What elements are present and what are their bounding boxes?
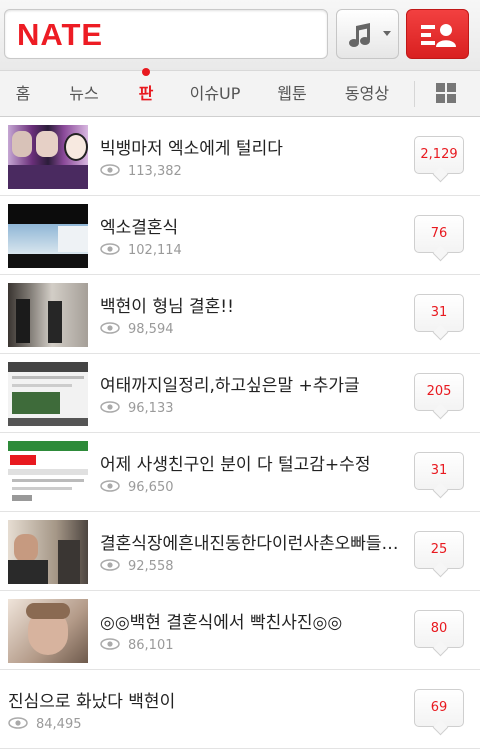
active-tab-indicator (142, 68, 150, 76)
tab-pann[interactable]: 판 (126, 71, 166, 116)
list-item[interactable]: 백현이 형님 결혼!! 98,594 31 (0, 275, 480, 354)
post-thumbnail (8, 441, 88, 505)
view-count: 84,495 (36, 717, 82, 732)
post-thumbnail (8, 362, 88, 426)
app-header: NATE (0, 0, 480, 71)
comment-count-badge[interactable]: 76 (414, 215, 464, 253)
post-title[interactable]: 엑소결혼식 (100, 213, 400, 238)
search-input[interactable]: NATE (4, 9, 328, 59)
user-list-icon (421, 24, 456, 47)
category-nav: 홈 뉴스 판 이슈UP 웹툰 동영상 (0, 68, 480, 117)
comment-count-badge[interactable]: 205 (414, 373, 464, 411)
view-count: 92,558 (128, 559, 174, 574)
tab-video[interactable]: 동영상 (336, 71, 398, 116)
post-thumbnail (8, 204, 88, 268)
music-note-icon (349, 23, 370, 47)
post-thumbnail (8, 599, 88, 663)
post-title[interactable]: 빅뱅마저 엑소에게 털리다 (100, 134, 400, 159)
eye-icon (100, 559, 120, 571)
list-item[interactable]: 어제 사생친구인 분이 다 털고감+수정 96,650 31 (0, 433, 480, 512)
eye-icon (100, 322, 120, 334)
comment-count-badge[interactable]: 80 (414, 610, 464, 648)
tab-news[interactable]: 뉴스 (60, 71, 108, 116)
view-count: 113,382 (128, 164, 182, 179)
eye-icon (100, 638, 120, 650)
post-title[interactable]: ◎◎백현 결혼식에서 빡친사진◎◎ (100, 608, 400, 633)
post-list: 빅뱅마저 엑소에게 털리다 113,382 2,129 엑소결혼식 102,11… (0, 117, 480, 749)
view-count: 102,114 (128, 243, 182, 258)
comment-count-badge[interactable]: 69 (414, 689, 464, 727)
comment-count-badge[interactable]: 31 (414, 294, 464, 332)
view-count: 98,594 (128, 322, 174, 337)
tab-issue-up[interactable]: 이슈UP (183, 71, 247, 116)
post-title[interactable]: 진심으로 화났다 백현이 (8, 687, 308, 712)
eye-icon (100, 401, 120, 413)
list-item[interactable]: ◎◎백현 결혼식에서 빡친사진◎◎ 86,101 80 (0, 591, 480, 670)
post-title[interactable]: 어제 사생친구인 분이 다 털고감+수정 (100, 450, 400, 475)
music-button[interactable] (336, 9, 399, 59)
grid-menu-icon[interactable] (436, 83, 456, 103)
post-title[interactable]: 결혼식장에흔내진동한다이런사촌오빠들있... (100, 529, 400, 554)
comment-count-badge[interactable]: 31 (414, 452, 464, 490)
eye-icon (100, 243, 120, 255)
view-count: 86,101 (128, 638, 174, 653)
view-count: 96,133 (128, 401, 174, 416)
comment-count-badge[interactable]: 2,129 (414, 136, 464, 174)
post-title[interactable]: 여태까지일정리,하고싶은말 +추가글 (100, 371, 400, 396)
tab-home[interactable]: 홈 (4, 71, 42, 116)
post-title[interactable]: 백현이 형님 결혼!! (100, 292, 400, 317)
post-thumbnail (8, 125, 88, 189)
eye-icon (8, 717, 28, 729)
post-thumbnail (8, 520, 88, 584)
list-item[interactable]: 여태까지일정리,하고싶은말 +추가글 96,133 205 (0, 354, 480, 433)
view-count: 96,650 (128, 480, 174, 495)
list-item[interactable]: 진심으로 화났다 백현이 84,495 69 (0, 670, 480, 749)
my-menu-button[interactable] (406, 9, 469, 59)
eye-icon (100, 164, 120, 176)
nav-divider (414, 81, 415, 107)
list-item[interactable]: 엑소결혼식 102,114 76 (0, 196, 480, 275)
list-item[interactable]: 결혼식장에흔내진동한다이런사촌오빠들있... 92,558 25 (0, 512, 480, 591)
post-thumbnail (8, 283, 88, 347)
eye-icon (100, 480, 120, 492)
list-item[interactable]: 빅뱅마저 엑소에게 털리다 113,382 2,129 (0, 117, 480, 196)
nate-logo[interactable]: NATE (17, 17, 103, 53)
tab-webtoon[interactable]: 웹툰 (268, 71, 316, 116)
comment-count-badge[interactable]: 25 (414, 531, 464, 569)
chevron-down-icon (383, 31, 391, 36)
